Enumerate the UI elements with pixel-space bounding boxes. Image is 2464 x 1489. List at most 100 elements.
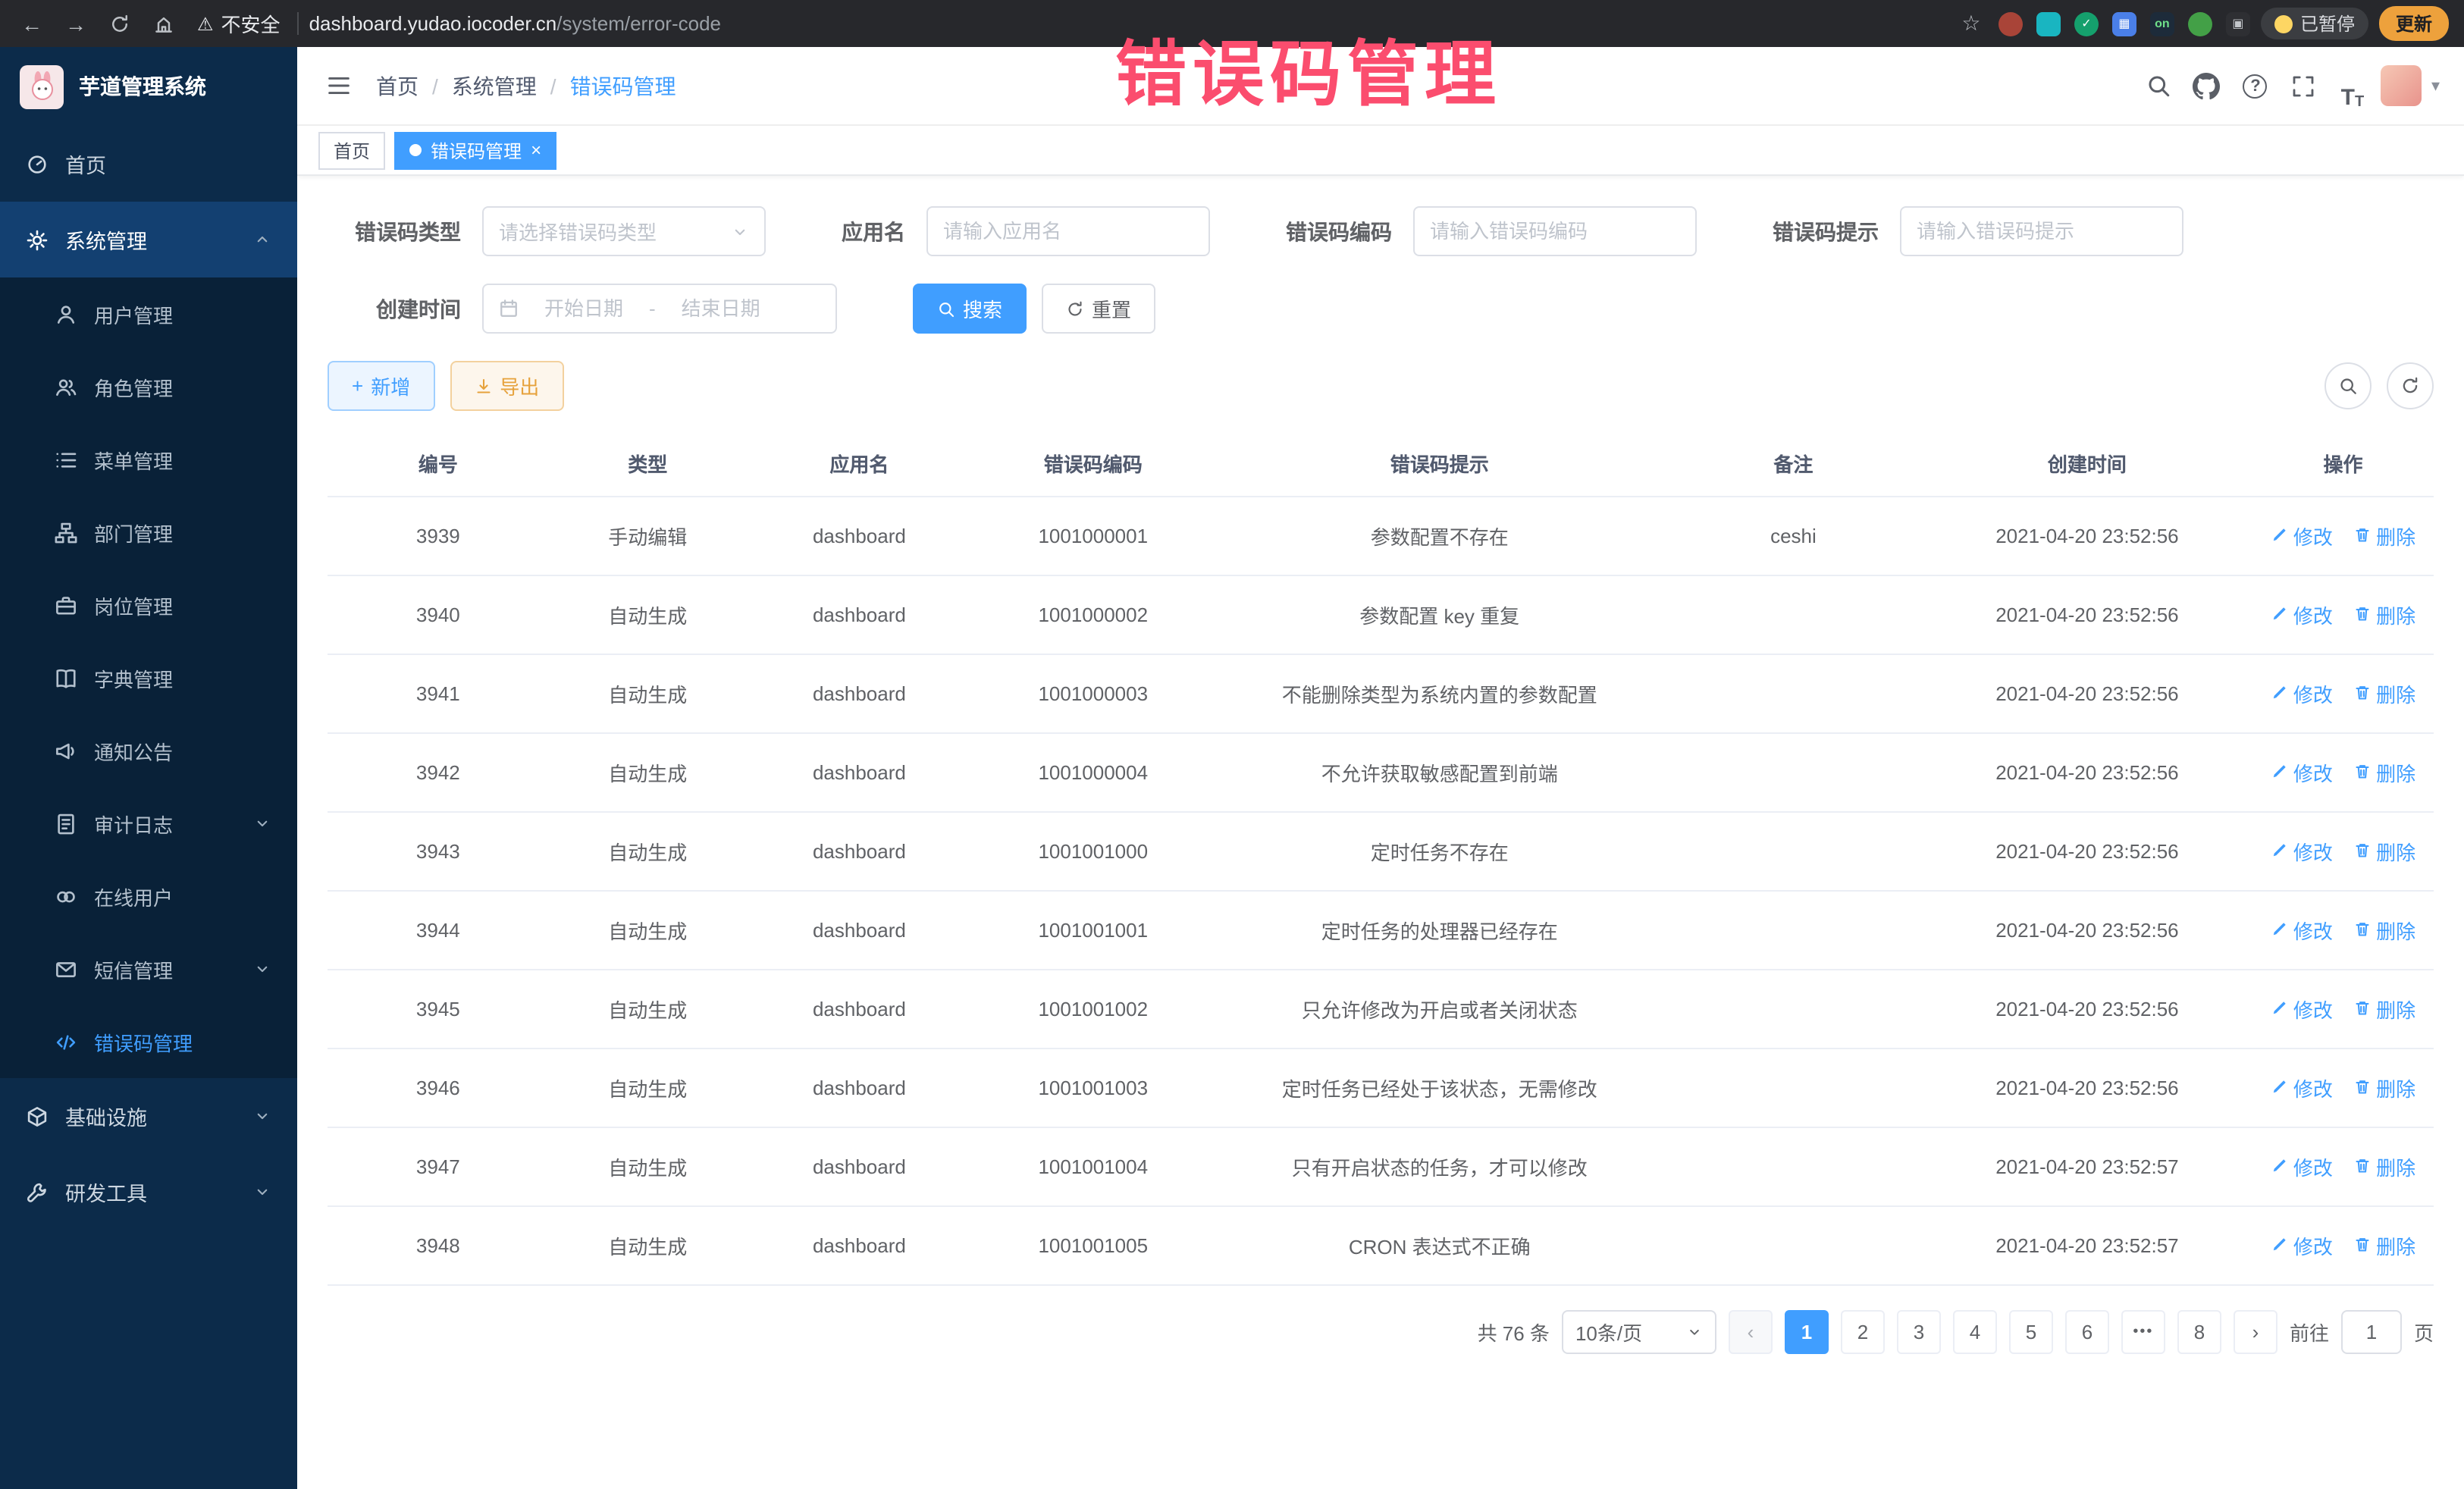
edit-link[interactable]: 修改 <box>2271 1073 2333 1102</box>
cell-actions: 修改 删除 <box>2252 575 2434 654</box>
end-date-input[interactable] <box>666 297 776 320</box>
github-icon[interactable] <box>2183 61 2231 110</box>
close-tab-icon[interactable]: × <box>531 141 541 159</box>
sidebar-item-audit-log[interactable]: 审计日志 <box>0 787 297 860</box>
breadcrumb-current: 错误码管理 <box>570 71 676 101</box>
extension-icon-on[interactable]: on <box>2150 11 2174 36</box>
breadcrumb-system[interactable]: 系统管理 <box>452 71 537 101</box>
error-hint-input[interactable] <box>1917 220 2167 243</box>
reset-button[interactable]: 重置 <box>1042 284 1155 334</box>
search-button[interactable]: 搜索 <box>913 284 1027 334</box>
security-indicator[interactable]: ⚠ 不安全 <box>191 9 287 38</box>
back-icon[interactable]: ← <box>15 7 49 40</box>
delete-link[interactable]: 删除 <box>2353 1073 2415 1102</box>
page-button-8[interactable]: 8 <box>2177 1309 2221 1353</box>
toggle-search-button[interactable] <box>2324 362 2372 409</box>
edit-link[interactable]: 修改 <box>2271 994 2333 1023</box>
sidebar-item-dev-tools[interactable]: 研发工具 <box>0 1154 297 1230</box>
forward-icon[interactable]: → <box>59 7 92 40</box>
table-toolbar: + 新增 导出 <box>328 361 2434 411</box>
delete-link[interactable]: 删除 <box>2353 679 2415 707</box>
edit-link[interactable]: 修改 <box>2271 836 2333 865</box>
sidebar-item-sms[interactable]: 短信管理 <box>0 933 297 1005</box>
sidebar-item-departments[interactable]: 部门管理 <box>0 496 297 569</box>
sidebar-item-positions[interactable]: 岗位管理 <box>0 569 297 641</box>
app-name-input[interactable] <box>943 220 1193 243</box>
page-button-5[interactable]: 5 <box>2009 1309 2053 1353</box>
extension-icon-4[interactable]: ▦ <box>2112 11 2136 36</box>
cell-time: 2021-04-20 23:52:57 <box>1922 1205 2252 1284</box>
breadcrumb-home[interactable]: 首页 <box>376 71 419 101</box>
sidebar-item-announcements[interactable]: 通知公告 <box>0 714 297 787</box>
page-button-1[interactable]: 1 <box>1785 1309 1829 1353</box>
delete-link[interactable]: 删除 <box>2353 915 2415 944</box>
page-button-2[interactable]: 2 <box>1841 1309 1885 1353</box>
page-button-6[interactable]: 6 <box>2065 1309 2109 1353</box>
next-page-button[interactable]: › <box>2234 1309 2277 1353</box>
goto-page-input[interactable] <box>2341 1309 2402 1353</box>
cell-type: 自动生成 <box>549 575 747 654</box>
edit-link[interactable]: 修改 <box>2271 521 2333 550</box>
page-size-select[interactable]: 10条/页 <box>1562 1309 1716 1353</box>
help-icon[interactable]: ? <box>2231 61 2280 110</box>
edit-link[interactable]: 修改 <box>2271 1152 2333 1180</box>
user-avatar[interactable] <box>2377 61 2425 110</box>
prev-page-button[interactable]: ‹ <box>1729 1309 1773 1353</box>
sidebar-item-system[interactable]: 系统管理 <box>0 202 297 277</box>
extension-icon-2[interactable] <box>2036 11 2061 36</box>
trash-icon <box>2353 999 2372 1017</box>
delete-link[interactable]: 删除 <box>2353 600 2415 629</box>
edit-link[interactable]: 修改 <box>2271 600 2333 629</box>
delete-link[interactable]: 删除 <box>2353 1230 2415 1259</box>
bookmark-star-icon[interactable]: ☆ <box>1955 7 1988 40</box>
sidebar-item-roles[interactable]: 角色管理 <box>0 350 297 423</box>
sidebar-item-infrastructure[interactable]: 基础设施 <box>0 1078 297 1154</box>
delete-link[interactable]: 删除 <box>2353 757 2415 786</box>
page-button-3[interactable]: 3 <box>1897 1309 1941 1353</box>
tab-error-codes[interactable]: 错误码管理 × <box>394 131 556 169</box>
edit-link[interactable]: 修改 <box>2271 1230 2333 1259</box>
reload-icon[interactable] <box>103 7 136 40</box>
header-search-icon[interactable] <box>2134 61 2183 110</box>
home-icon[interactable] <box>147 7 180 40</box>
edit-link[interactable]: 修改 <box>2271 757 2333 786</box>
sidebar-item-error-codes[interactable]: 错误码管理 <box>0 1005 297 1078</box>
delete-link[interactable]: 删除 <box>2353 1152 2415 1180</box>
font-size-icon[interactable]: TT <box>2328 61 2377 110</box>
sidebar-item-users[interactable]: 用户管理 <box>0 277 297 350</box>
trash-icon <box>2353 1236 2372 1254</box>
sidebar-item-dictionary[interactable]: 字典管理 <box>0 641 297 714</box>
avatar-caret-icon[interactable]: ▾ <box>2431 76 2440 96</box>
fullscreen-icon[interactable] <box>2280 61 2328 110</box>
delete-link[interactable]: 删除 <box>2353 521 2415 550</box>
date-range-picker[interactable]: - <box>482 284 837 334</box>
tab-home[interactable]: 首页 <box>318 131 385 169</box>
more-pages-button[interactable]: ••• <box>2121 1309 2165 1353</box>
page-button-4[interactable]: 4 <box>1953 1309 1997 1353</box>
table-header-row: 编号 类型 应用名 错误码编码 错误码提示 备注 创建时间 操作 <box>328 432 2434 496</box>
extension-icon-1[interactable] <box>1998 11 2023 36</box>
add-button[interactable]: + 新增 <box>328 361 434 411</box>
puzzle-icon[interactable]: ▣ <box>2226 11 2250 36</box>
download-icon <box>474 377 492 395</box>
edit-link[interactable]: 修改 <box>2271 915 2333 944</box>
sidebar-toggle-icon[interactable] <box>321 69 355 102</box>
chevron-down-icon <box>1686 1323 1703 1340</box>
sidebar-item-online-users[interactable]: 在线用户 <box>0 860 297 933</box>
extension-icon-3[interactable]: ✓ <box>2074 11 2099 36</box>
refresh-table-button[interactable] <box>2387 362 2434 409</box>
paused-badge[interactable]: 已暂停 <box>2261 8 2368 39</box>
sidebar-item-menus[interactable]: 菜单管理 <box>0 423 297 496</box>
export-button[interactable]: 导出 <box>450 361 563 411</box>
extension-icon-5[interactable] <box>2188 11 2212 36</box>
error-code-input[interactable] <box>1430 220 1680 243</box>
start-date-input[interactable] <box>529 297 638 320</box>
edit-link[interactable]: 修改 <box>2271 679 2333 707</box>
sidebar-item-home[interactable]: 首页 <box>0 126 297 202</box>
browser-update-button[interactable]: 更新 <box>2379 6 2449 41</box>
cell-hint: 参数配置 key 重复 <box>1215 575 1665 654</box>
total-count: 共 76 条 <box>1478 1317 1550 1346</box>
error-type-select[interactable]: 请选择错误码类型 <box>482 206 766 256</box>
delete-link[interactable]: 删除 <box>2353 836 2415 865</box>
delete-link[interactable]: 删除 <box>2353 994 2415 1023</box>
